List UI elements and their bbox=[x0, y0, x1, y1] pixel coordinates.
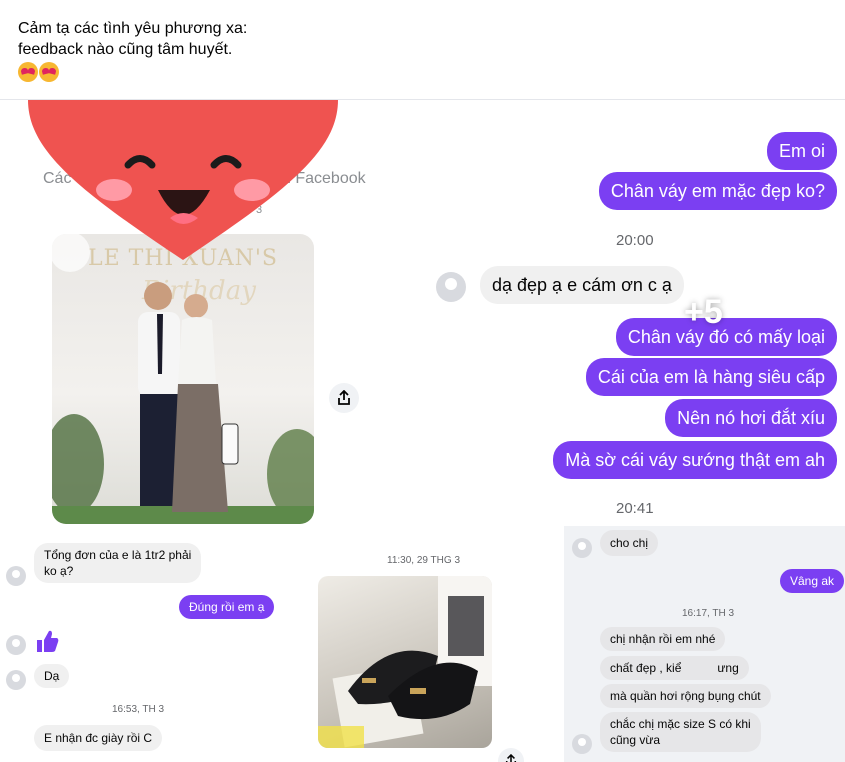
message-line: chắc chị mặc size S có khi bbox=[610, 717, 751, 731]
shoes-scene bbox=[318, 576, 492, 748]
message-text: chất đẹp , kiể bbox=[610, 661, 682, 675]
message-line: cũng vừa bbox=[610, 733, 661, 747]
timestamp: 20:41 bbox=[616, 500, 654, 517]
chat-tile-3[interactable]: Tổng đơn của e là 1tr2 phải ko ạ? Đúng r… bbox=[0, 526, 280, 762]
message-incoming: cho chị bbox=[600, 530, 659, 556]
photo-scene bbox=[52, 234, 314, 524]
share-icon bbox=[505, 754, 517, 762]
message-incoming: Tổng đơn của e là 1tr2 phải ko ạ? bbox=[34, 543, 202, 583]
message-incoming: chắc chị mặc size S có khi cũng vừa bbox=[600, 712, 761, 752]
thumbs-up-icon bbox=[37, 630, 59, 652]
message-incoming: chất đẹp , kiể ưng bbox=[600, 656, 749, 680]
message-outgoing: Chân váy đó có mấy loại bbox=[615, 318, 837, 356]
photo-tile-1[interactable]: Các n Facebook 3 LE THI XUAN'S Birthday bbox=[0, 100, 420, 524]
post-line-1: Cảm tạ các tình yêu phương xa: bbox=[18, 20, 248, 37]
message-incoming: mà quần hơi rộng bụng chút bbox=[600, 684, 771, 708]
smiling-face-with-hearts-icon bbox=[39, 62, 59, 82]
heart-emoji-sticker bbox=[28, 100, 338, 260]
timestamp: 11:30, 29 THG 3 bbox=[387, 555, 461, 566]
avatar[interactable] bbox=[6, 670, 26, 690]
more-photos-overlay[interactable]: +5 bbox=[684, 293, 723, 332]
timestamp: 16:53, TH 3 bbox=[112, 704, 165, 715]
message-incoming: chị nhận rồi em nhé bbox=[600, 627, 726, 651]
avatar[interactable] bbox=[572, 538, 592, 558]
message-incoming: dạ đẹp ạ e cám ơn c ạ bbox=[480, 266, 684, 304]
avatar[interactable] bbox=[6, 566, 26, 586]
message-outgoing: Vâng ak bbox=[780, 569, 845, 593]
message-outgoing: Nên nó hơi đắt xíu bbox=[665, 399, 837, 437]
chat-tile-4[interactable]: 11:30, 29 THG 3 bbox=[282, 526, 562, 762]
birthday-photo[interactable]: LE THI XUAN'S Birthday bbox=[52, 234, 314, 524]
avatar[interactable] bbox=[6, 635, 26, 655]
timestamp: 20:00 bbox=[616, 232, 654, 249]
avatar[interactable] bbox=[436, 272, 466, 302]
post-text: Cảm tạ các tình yêu phương xa: feedback … bbox=[18, 18, 247, 82]
share-button[interactable] bbox=[498, 748, 524, 762]
shoes-photo[interactable] bbox=[318, 576, 492, 748]
message-line: Tổng đơn của e là 1tr2 phải bbox=[44, 548, 192, 562]
message-line: ko ạ? bbox=[44, 564, 74, 578]
smiling-face-with-hearts-icon bbox=[18, 62, 38, 82]
message-outgoing: Cái của em là hàng siêu cấp bbox=[585, 358, 837, 396]
message-incoming: E nhận đc giày rồi C bbox=[34, 725, 163, 751]
avatar[interactable] bbox=[572, 734, 592, 754]
message-outgoing: Chân váy em mặc đẹp ko? bbox=[598, 172, 837, 210]
message-incoming: Dạ bbox=[34, 664, 70, 688]
share-button[interactable] bbox=[329, 383, 359, 413]
message-outgoing: Em oi bbox=[766, 132, 837, 170]
chat-tile-2[interactable]: Em oi Chân váy em mặc đẹp ko? 20:00 dạ đ… bbox=[422, 100, 845, 524]
emoji-row bbox=[18, 62, 247, 82]
message-outgoing: Đúng rồi em ạ bbox=[179, 595, 275, 619]
post-line-2: feedback nào cũng tâm huyết. bbox=[18, 41, 233, 58]
chat-tile-5[interactable]: cho chị Vâng ak 16:17, TH 3 chị nhận rồi… bbox=[564, 526, 845, 762]
message-text: ưng bbox=[717, 661, 739, 675]
photo-grid: Các n Facebook 3 LE THI XUAN'S Birthday bbox=[0, 100, 845, 762]
message-outgoing: Mà sờ cái váy sướng thật em ah bbox=[553, 441, 837, 479]
share-icon bbox=[338, 390, 350, 405]
timestamp: 16:17, TH 3 bbox=[682, 608, 735, 619]
